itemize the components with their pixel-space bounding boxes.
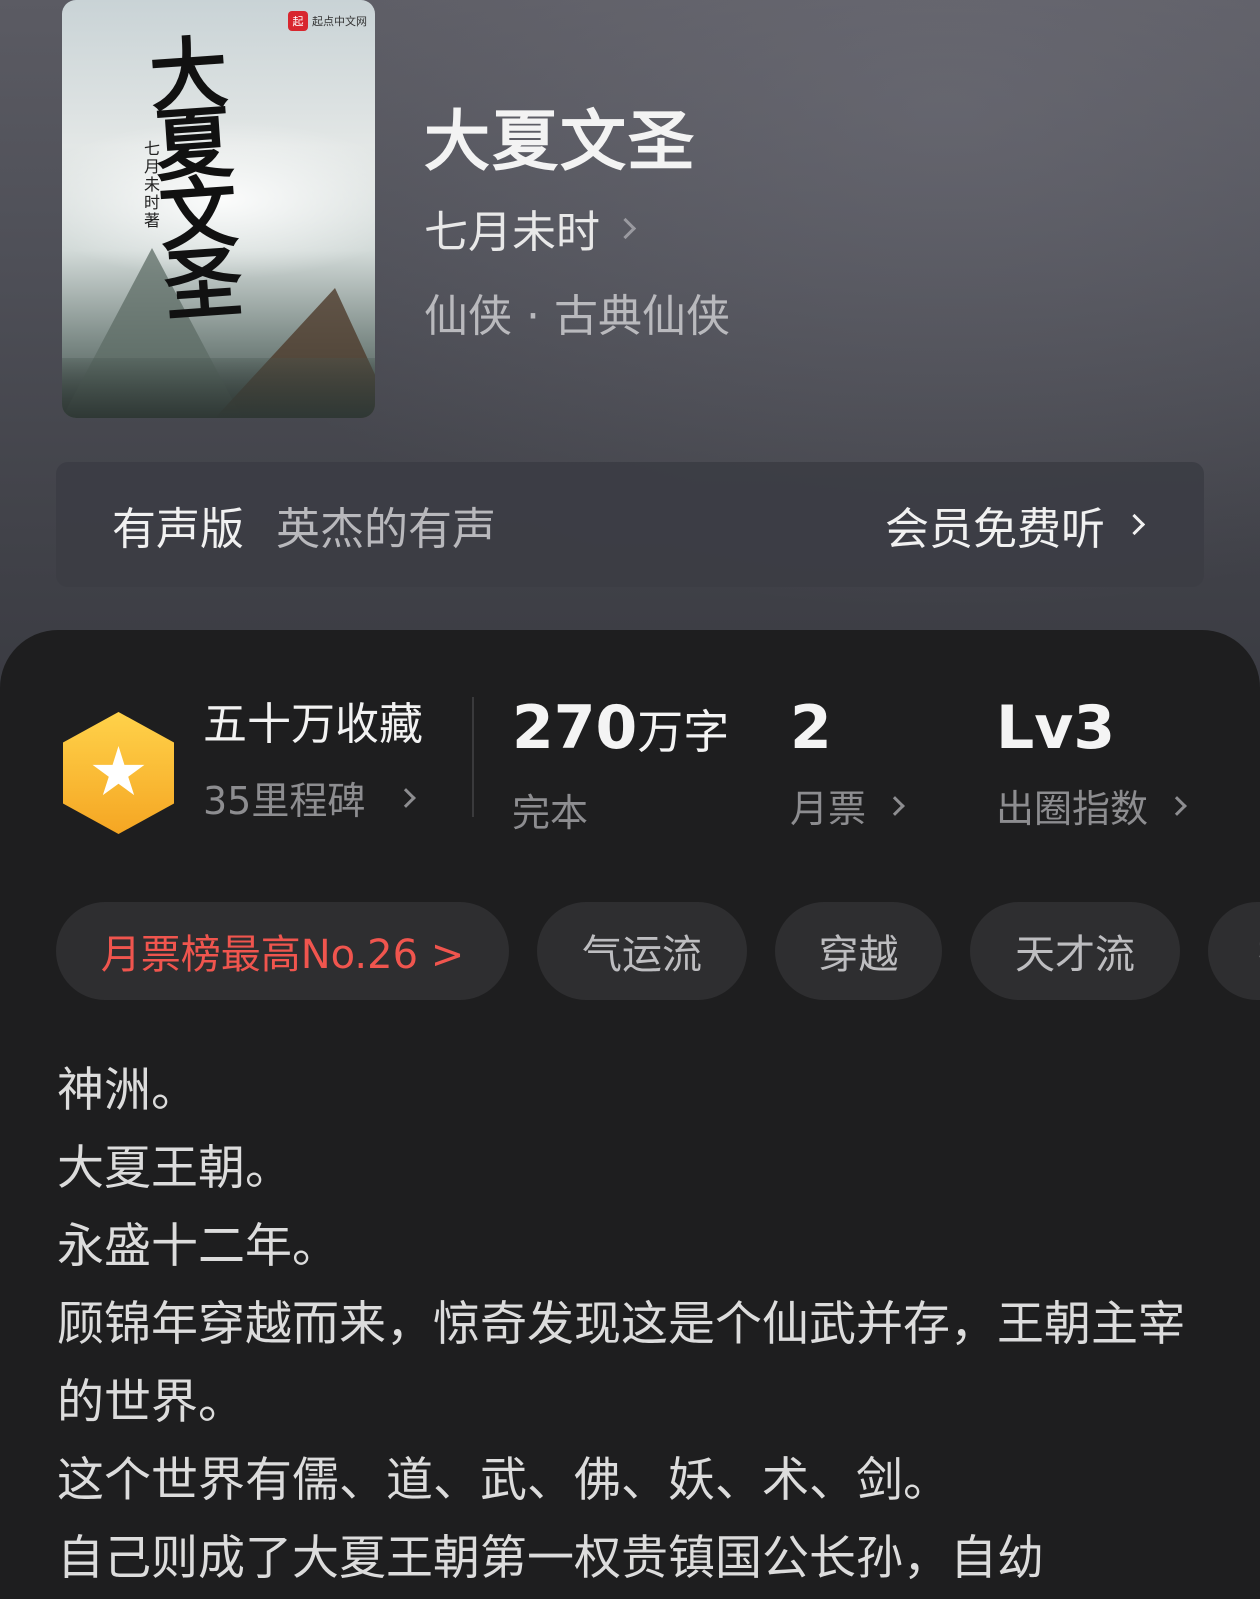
- audio-version-bar[interactable]: 有声版 英杰的有声 会员免费听: [56, 462, 1204, 587]
- word-count-unit: 万字: [637, 705, 730, 759]
- tag-chip[interactable]: 技: [1208, 902, 1260, 1000]
- vip-listen-button[interactable]: 会员免费听: [885, 493, 1146, 557]
- publisher-name: 起点中文网: [312, 15, 367, 28]
- book-status: 完本: [512, 782, 729, 837]
- popularity-index-link[interactable]: 出圈指数: [996, 778, 1187, 833]
- publisher-logo: 起 起点中文网: [288, 10, 367, 32]
- book-description[interactable]: 神洲。 大夏王朝。 永盛十二年。 顾锦年穿越而来，惊奇发现这是个仙武并存，王朝主…: [57, 1052, 1217, 1598]
- star-icon: [92, 746, 145, 796]
- book-cover[interactable]: 起 起点中文网 七月未时著 大夏文圣: [62, 0, 375, 418]
- author-link[interactable]: 七月未时: [424, 196, 637, 260]
- level-value: Lv3: [996, 693, 1116, 763]
- word-count-stat: 270万字 完本: [512, 696, 729, 837]
- description-line: 永盛十二年。: [57, 1219, 339, 1274]
- chevron-right-icon: [614, 217, 637, 239]
- chevron-right-icon: [885, 795, 905, 816]
- tag-chip[interactable]: 穿越: [775, 902, 942, 1000]
- ranking-chip[interactable]: 月票榜最高No.26 >: [56, 902, 509, 1000]
- collection-title: 五十万收藏: [203, 699, 423, 750]
- description-line: 大夏王朝。: [57, 1141, 292, 1196]
- tag-chip[interactable]: 天才流: [970, 902, 1180, 1000]
- monthly-tickets-label: 月票: [790, 787, 867, 831]
- author-name: 七月未时: [424, 207, 600, 258]
- description-line: 这个世界有儒、道、武、佛、妖、术、剑。: [57, 1453, 950, 1508]
- milestone-label: 35里程碑: [203, 779, 366, 823]
- cover-ground: [62, 358, 375, 418]
- monthly-tickets-stat[interactable]: 2 月票: [790, 693, 905, 833]
- cover-title-calligraphy: 大夏文圣: [146, 27, 240, 333]
- audio-narrator: 英杰的有声: [276, 503, 496, 555]
- collection-stat[interactable]: 五十万收藏 35里程碑: [203, 700, 423, 825]
- chevron-right-icon: [1123, 513, 1146, 536]
- publisher-logo-icon: 起: [288, 11, 308, 31]
- popularity-index-stat[interactable]: Lv3 出圈指数: [996, 693, 1187, 833]
- word-count-value: 270万字: [512, 696, 729, 764]
- tag-chip[interactable]: 气运流: [537, 902, 747, 1000]
- chevron-right-icon: [1167, 795, 1187, 816]
- description-line: 顾锦年穿越而来，惊奇发现这是个仙武并存，王朝主宰的世界。: [57, 1297, 1185, 1430]
- stat-divider: [472, 697, 474, 817]
- word-count-number: 270: [512, 693, 638, 763]
- audio-version-label: 有声版: [112, 503, 244, 555]
- popularity-index-label: 出圈指数: [996, 787, 1149, 831]
- vip-listen-label: 会员免费听: [885, 503, 1105, 555]
- book-status-label: 完本: [512, 791, 589, 835]
- monthly-tickets-link[interactable]: 月票: [790, 778, 905, 833]
- chevron-right-icon: [396, 787, 417, 808]
- genre-label: 仙侠 · 古典仙侠: [424, 291, 730, 342]
- milestone-link[interactable]: 35里程碑: [203, 770, 423, 825]
- description-line: 自己则成了大夏王朝第一权贵镇国公长孙，自幼: [57, 1531, 1044, 1586]
- book-title: 大夏文圣: [424, 102, 696, 180]
- tag-chip-row: 月票榜最高No.26 > 气运流穿越天才流技: [56, 902, 1260, 1000]
- description-line: 神洲。: [57, 1063, 198, 1118]
- monthly-tickets-value: 2: [790, 693, 832, 763]
